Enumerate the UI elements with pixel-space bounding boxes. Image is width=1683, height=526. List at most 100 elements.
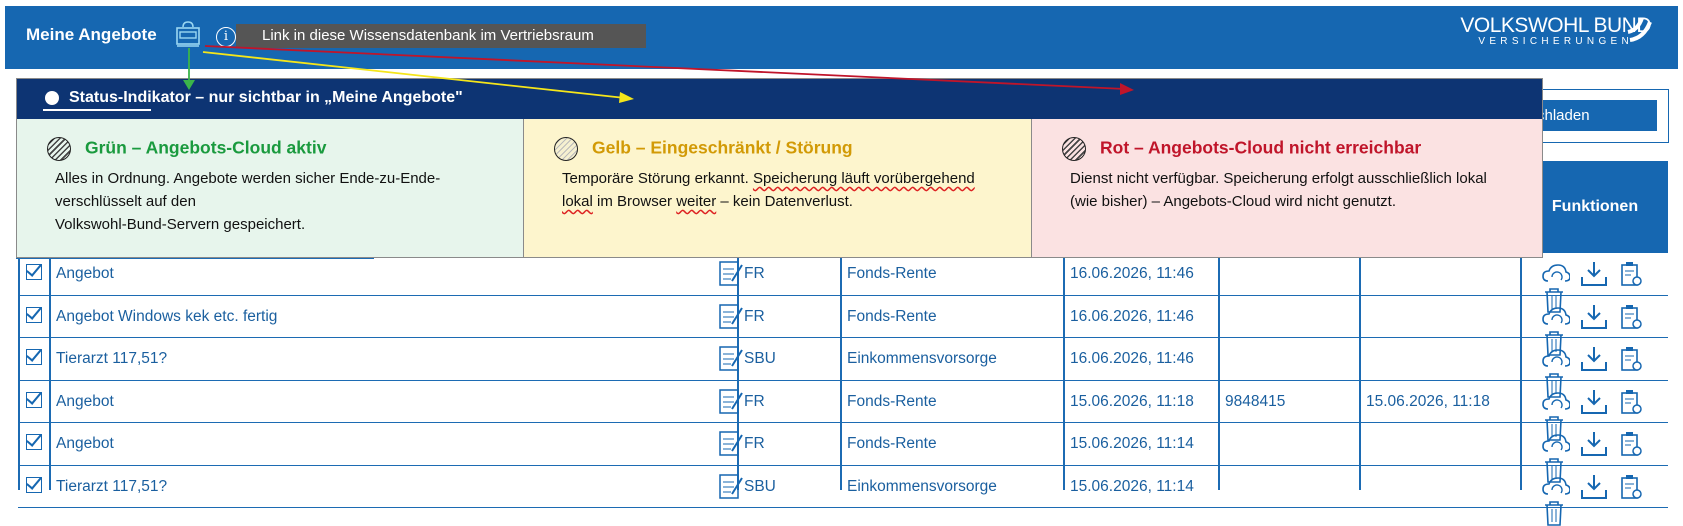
green-status-circle-icon <box>47 137 71 161</box>
yellow-status-circle-icon <box>554 137 578 161</box>
created-date: 16.06.2026, 11:46 <box>1070 307 1194 325</box>
product-name: Fonds-Rente <box>847 265 937 282</box>
yellow-line-2d: – kein Datenverlust. <box>716 193 853 210</box>
created-date: 15.06.2026, 11:18 <box>1070 392 1194 410</box>
offer-table-body: Angebot FR Fonds-Rente 16.06.2026, 11:46… <box>18 253 1668 526</box>
table-row[interactable]: Tierarzt 117,51? SBU Einkommensvorsorge … <box>18 466 1668 526</box>
offer-name-link[interactable]: Tierarzt 117,51? <box>56 338 167 380</box>
row-checkbox[interactable] <box>26 264 42 280</box>
edit-note-icon[interactable] <box>718 344 744 372</box>
edit-note-icon[interactable] <box>718 472 744 500</box>
brand-subtitle: VERSICHERUNGEN <box>1478 36 1634 47</box>
download-icon[interactable] <box>1580 389 1608 415</box>
heading-underline <box>43 109 151 111</box>
table-row[interactable]: Tierarzt 117,51? SBU Einkommensvorsorge … <box>18 338 1668 398</box>
row-checkbox[interactable] <box>26 476 42 493</box>
table-row[interactable]: Angebot FR Fonds-Rente 15.06.2026, 11:18… <box>18 381 1668 441</box>
clipboard-settings-icon[interactable] <box>1619 304 1643 330</box>
created-date: 16.06.2026, 11:46 <box>1070 350 1194 367</box>
green-line-3: Volkswohl-Bund-Servern gespeichert. <box>55 216 306 233</box>
edit-note-icon[interactable] <box>718 387 744 415</box>
row-function-icons <box>1542 474 1668 526</box>
product-name: Einkommensvorsorge <box>847 477 997 495</box>
trash-icon[interactable] <box>1542 500 1566 526</box>
row-checkbox[interactable] <box>26 349 42 365</box>
tariff-code: FR <box>744 265 765 282</box>
offer-name-link[interactable]: Tierarzt 117,51? <box>56 466 167 508</box>
product-name: Einkommensvorsorge <box>847 350 997 367</box>
download-button-label: chladen <box>1537 107 1590 124</box>
offer-number: 9848415 <box>1225 392 1286 410</box>
functions-column-header: Funktionen <box>1522 161 1668 253</box>
tariff-code: FR <box>744 307 765 325</box>
cloud-sync-icon[interactable] <box>1542 261 1571 287</box>
yellow-line-2a: lokal <box>562 193 593 210</box>
download-icon[interactable] <box>1580 431 1608 457</box>
page-title: Meine Angebote <box>26 25 157 44</box>
yellow-line-1: Temporäre Störung erkannt. Speicherung l… <box>562 167 1002 190</box>
clipboard-settings-icon[interactable] <box>1619 389 1643 415</box>
knowledge-base-link-tooltip[interactable]: Link in diese Wissensdatenbank im Vertri… <box>236 24 646 48</box>
status-yellow-column: Gelb – Eingeschränkt / Störung Temporäre… <box>524 119 1032 257</box>
cloud-sync-icon[interactable] <box>1542 389 1571 415</box>
status-green-column: Grün – Angebots-Cloud aktiv Alles in Ord… <box>17 119 524 257</box>
status-yellow-title: Gelb – Eingeschränkt / Störung <box>554 137 853 161</box>
clipboard-settings-icon[interactable] <box>1619 261 1643 287</box>
tariff-code: FR <box>744 435 765 452</box>
yellow-line-2: lokal im Browser weiter – kein Datenverl… <box>562 190 1002 213</box>
tariff-code: FR <box>744 392 765 410</box>
product-name: Fonds-Rente <box>847 392 937 410</box>
status-heading-text: Status-Indikator – nur sichtbar in „Mein… <box>69 89 463 107</box>
edit-note-icon[interactable] <box>718 259 744 287</box>
red-status-circle-icon <box>1062 137 1086 161</box>
download-button[interactable]: chladen <box>1537 100 1657 131</box>
cloud-sync-icon[interactable] <box>1542 431 1571 457</box>
row-checkbox[interactable] <box>26 391 42 408</box>
edit-note-icon[interactable] <box>718 429 744 457</box>
clipboard-settings-icon[interactable] <box>1619 346 1643 372</box>
brand-mark-icon <box>1627 17 1652 42</box>
row-checkbox[interactable] <box>26 306 42 323</box>
green-line-2: verschlüsselt auf den <box>55 193 196 210</box>
green-line-1: Alles in Ordnung. Angebote werden sicher… <box>55 170 441 187</box>
clipboard-settings-icon[interactable] <box>1619 431 1643 457</box>
volkswohl-bund-logo: VOLKSWOHL BUND VERSICHERUNGEN <box>1460 14 1651 47</box>
clipboard-settings-icon[interactable] <box>1619 474 1643 500</box>
status-panel-heading: Status-Indikator – nur sichtbar in „Mein… <box>17 79 1542 119</box>
cloud-sync-icon[interactable] <box>1542 304 1571 330</box>
yellow-line-2b: im Browser <box>592 193 677 210</box>
created-date: 15.06.2026, 11:14 <box>1070 435 1194 452</box>
sent-date: 15.06.2026, 11:18 <box>1366 392 1490 410</box>
status-yellow-description: Temporäre Störung erkannt. Speicherung l… <box>562 167 1002 213</box>
offer-name-link[interactable]: Angebot <box>56 253 114 295</box>
table-row[interactable]: Angebot FR Fonds-Rente 15.06.2026, 11:14 <box>18 423 1668 483</box>
tariff-code: SBU <box>744 477 776 495</box>
download-icon[interactable] <box>1580 261 1608 287</box>
status-yellow-title-text: Gelb – Eingeschränkt / Störung <box>592 137 853 158</box>
cloud-sync-icon[interactable] <box>1542 346 1571 372</box>
product-name: Fonds-Rente <box>847 307 937 325</box>
table-row[interactable]: Angebot Windows kek etc. fertig FR Fonds… <box>18 296 1668 356</box>
created-date: 15.06.2026, 11:14 <box>1070 477 1194 495</box>
download-icon[interactable] <box>1580 346 1608 372</box>
offer-name-link[interactable]: Angebot Windows kek etc. fertig <box>56 296 277 338</box>
table-row[interactable]: Angebot FR Fonds-Rente 16.06.2026, 11:46 <box>18 253 1668 313</box>
yellow-line-2c: weiter <box>676 193 717 210</box>
cloud-sync-icon[interactable] <box>1542 474 1571 500</box>
yellow-line-1a: Temporäre Störung erkannt. <box>562 170 753 187</box>
offer-name-link[interactable]: Angebot <box>56 423 114 465</box>
tariff-code: SBU <box>744 350 776 367</box>
download-icon[interactable] <box>1580 474 1608 500</box>
offer-name-link[interactable]: Angebot <box>56 381 114 423</box>
cloud-status-icon[interactable] <box>175 20 201 48</box>
yellow-line-1b: Speicherung läuft vorübergehend <box>752 170 975 187</box>
download-icon[interactable] <box>1580 304 1608 330</box>
created-date: 16.06.2026, 11:46 <box>1070 265 1194 282</box>
red-line-2: (wie bisher) – Angebots-Cloud wird nicht… <box>1070 193 1397 210</box>
info-icon[interactable]: i <box>216 27 236 47</box>
row-checkbox[interactable] <box>26 434 42 450</box>
edit-note-icon[interactable] <box>718 302 744 330</box>
status-heading-prefix: Status <box>69 89 118 106</box>
status-red-description: Dienst nicht verfügbar. Speicherung erfo… <box>1070 167 1510 213</box>
red-line-1: Dienst nicht verfügbar. Speicherung erfo… <box>1070 170 1487 187</box>
